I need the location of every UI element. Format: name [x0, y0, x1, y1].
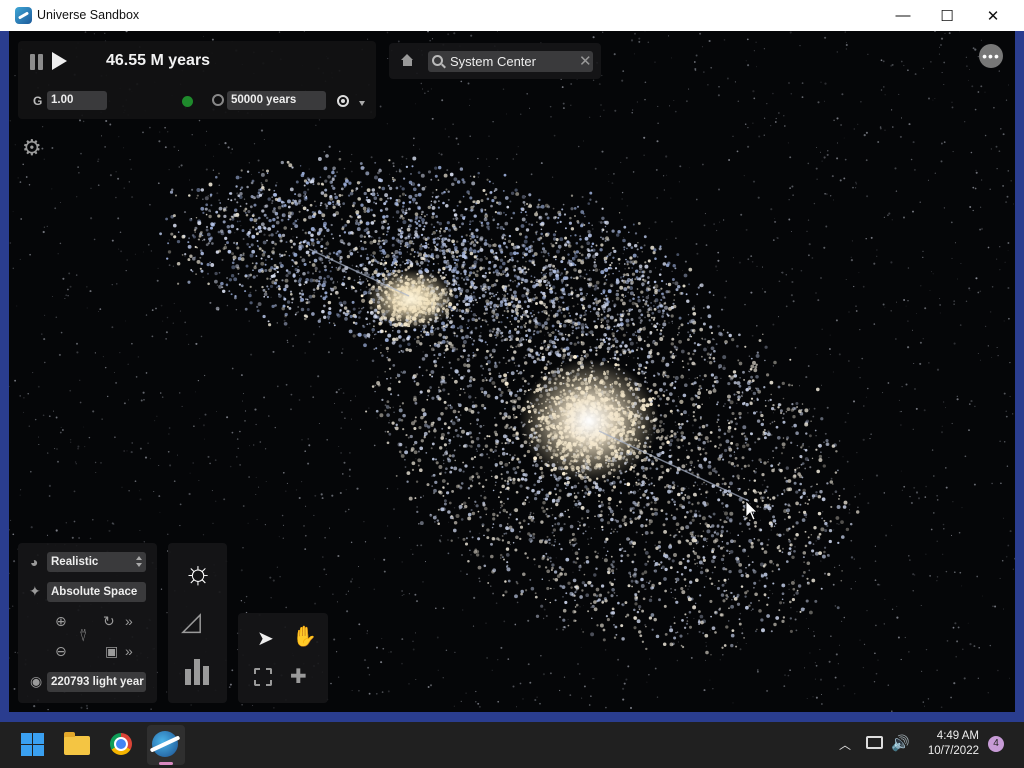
hand-icon[interactable]: ✋: [292, 624, 317, 649]
eye-icon: ◉: [30, 673, 43, 689]
render-mode-value: Realistic: [51, 556, 99, 568]
reference-frame-value: Absolute Space: [51, 586, 138, 598]
clock-date: 10/7/2022: [927, 745, 979, 757]
camera-target-icon[interactable]: ⍢: [79, 628, 87, 645]
file-explorer-icon[interactable]: [64, 732, 90, 755]
chevron-down-icon[interactable]: [359, 101, 365, 106]
system-clock[interactable]: 4:49 AM 10/7/2022: [915, 729, 979, 759]
time-step-icon: [212, 94, 224, 106]
galaxy-core-small[interactable]: [366, 269, 456, 329]
volume-icon[interactable]: 🔊: [891, 734, 910, 752]
simulation-viewport[interactable]: [9, 31, 1015, 712]
window-title: Universe Sandbox: [37, 8, 140, 22]
active-app-indicator: [159, 762, 173, 765]
clock-time: 4:49 AM: [936, 730, 979, 742]
reference-frame-select[interactable]: Absolute Space: [47, 582, 146, 602]
notification-badge[interactable]: 4: [988, 736, 1004, 752]
camera-icon[interactable]: ▣: [105, 643, 118, 660]
add-body-icon[interactable]: ✚: [290, 664, 307, 689]
gear-icon[interactable]: ⚙: [22, 135, 42, 161]
zoom-in-icon[interactable]: ⊕: [55, 613, 67, 630]
search-icon: [432, 55, 443, 66]
fast-forward-icon[interactable]: »: [125, 613, 133, 629]
status-indicator: [182, 96, 193, 107]
universe-sandbox-app-icon: [15, 7, 32, 24]
grid-plane-icon[interactable]: ◿: [181, 606, 201, 637]
search-value[interactable]: System Center: [450, 54, 536, 69]
frame-icon: ✦: [29, 583, 41, 599]
pause-button[interactable]: [26, 51, 48, 73]
minimize-button[interactable]: —: [880, 0, 926, 31]
clear-search-icon[interactable]: ✕: [579, 52, 592, 70]
stats-chart-icon[interactable]: [185, 657, 211, 685]
maximize-button[interactable]: ☐: [924, 0, 970, 31]
chevron-up-icon[interactable]: ︿: [839, 736, 851, 753]
target-icon[interactable]: [337, 95, 349, 107]
gravity-label: G: [33, 94, 43, 108]
rotate-icon[interactable]: ↻: [103, 613, 115, 630]
zoom-out-icon[interactable]: ⊖: [55, 643, 67, 660]
gravity-input[interactable]: 1.00: [47, 91, 107, 110]
chrome-icon[interactable]: [110, 733, 132, 755]
fast-forward-icon[interactable]: »: [125, 643, 133, 659]
galaxy-scene[interactable]: [9, 31, 1015, 712]
select-arrow-icon[interactable]: ➤: [257, 626, 274, 651]
close-button[interactable]: ✕: [970, 0, 1016, 31]
chevron-down-icon: [136, 563, 142, 567]
galaxy-core-large[interactable]: [519, 359, 659, 483]
simulation-time: 46.55 M years: [106, 52, 211, 69]
render-mode-select[interactable]: Realistic: [47, 552, 146, 572]
more-options-button[interactable]: •••: [979, 44, 1003, 68]
palette-icon: ◕: [30, 554, 39, 570]
sun-icon[interactable]: ☼: [180, 554, 216, 590]
view-distance-field[interactable]: 220793 light year: [47, 672, 146, 692]
windows-start-icon[interactable]: [21, 733, 44, 756]
home-icon[interactable]: [401, 54, 414, 67]
time-step-input[interactable]: 50000 years: [227, 91, 326, 110]
box-select-icon[interactable]: [254, 668, 272, 686]
chevron-up-icon: [136, 556, 142, 560]
network-icon[interactable]: [866, 736, 883, 749]
play-button[interactable]: [52, 52, 67, 70]
title-bar[interactable]: Universe Sandbox — ☐ ✕: [0, 0, 1024, 31]
mouse-pointer: [745, 500, 758, 521]
universe-sandbox-taskbar-icon[interactable]: [152, 731, 178, 757]
